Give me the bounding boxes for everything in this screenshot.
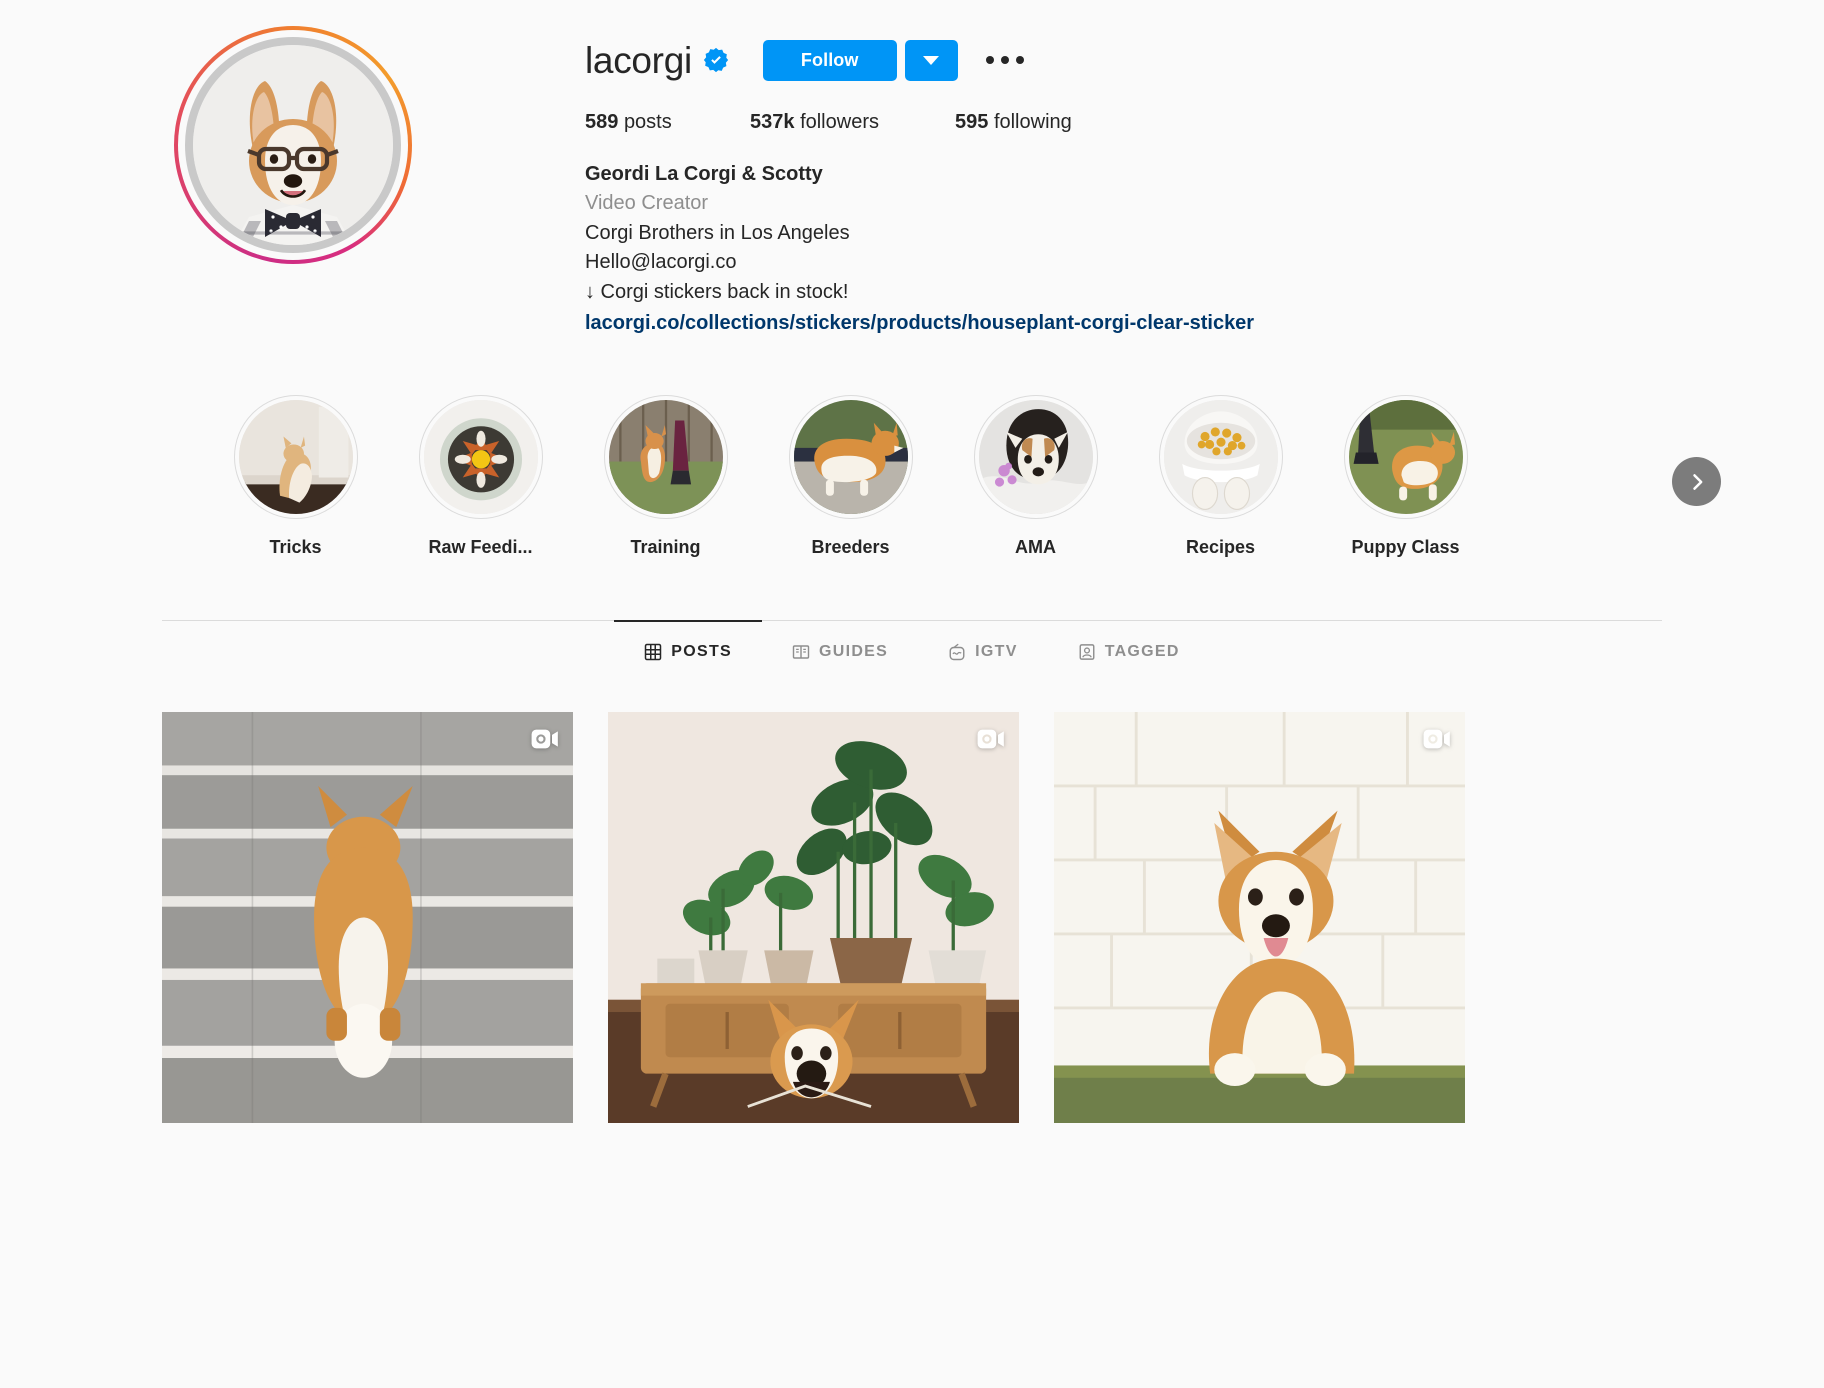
highlight-ring [1343,395,1468,520]
tab-guides[interactable]: GUIDES [762,620,918,682]
tab-tagged[interactable]: TAGGED [1048,620,1210,682]
puppy-on-blanket-art [978,400,1093,515]
follow-options-dropdown-button[interactable] [904,39,958,81]
stat-posts: 589 posts [585,111,750,134]
story-highlights-row: Tricks Raw Feedi... Training Breeders AM… [0,395,1824,558]
profile-header: lacorgi Follow 589 posts 537k followers … [0,0,1824,338]
highlight-ring [1158,395,1283,520]
highlight-training[interactable]: Training [573,395,758,558]
highlight-tricks[interactable]: Tricks [203,395,388,558]
highlight-puppy-class[interactable]: Puppy Class [1313,395,1498,558]
highlight-label: Training [630,537,701,558]
highlight-thumbnail [1163,400,1278,515]
grid-icon [645,644,662,661]
tab-posts-label: POSTS [671,643,732,661]
corgi-side-profile-art [793,400,908,515]
profile-info-column: lacorgi Follow 589 posts 537k followers … [585,18,1824,338]
instagram-profile-page: lacorgi Follow 589 posts 537k followers … [0,0,1824,1388]
highlight-ring [233,395,358,520]
chevron-right-icon [1692,473,1702,490]
highlight-thumbnail [978,400,1093,515]
highlight-thumbnail [793,400,908,515]
igtv-icon [949,644,965,661]
video-camera-icon [531,730,558,749]
tab-igtv[interactable]: IGTV [918,620,1048,682]
username: lacorgi [585,39,692,81]
highlight-breeders[interactable]: Breeders [758,395,943,558]
avatar[interactable] [184,37,401,253]
book-icon [792,645,810,660]
tab-igtv-label: IGTV [975,643,1018,661]
highlight-raw-feeding[interactable]: Raw Feedi... [388,395,573,558]
category-label: Video Creator [585,192,709,215]
corgi-avatar-illustration [192,45,393,245]
post-thumbnail-3[interactable] [1054,712,1465,1124]
following-label: following [993,111,1072,133]
highlight-label: Breeders [811,537,890,558]
highlight-thumbnail [1348,400,1463,515]
story-ring-inner [177,30,408,260]
chevron-down-icon [923,55,939,65]
posts-count: 589 [585,111,619,133]
more-dot-3 [1015,56,1024,64]
highlights-next-button[interactable] [1672,457,1721,507]
raw-food-bowl-art [423,400,538,515]
highlight-recipes[interactable]: Recipes [1128,395,1313,558]
follow-button[interactable]: Follow [762,39,897,81]
video-camera-icon [1423,730,1450,749]
highlight-ring [603,395,728,520]
corgi-climbing-concrete-stairs-art [162,712,573,1124]
verified-badge-icon [703,47,729,73]
highlight-label: AMA [1015,537,1056,558]
highlight-label: Raw Feedi... [428,537,533,558]
highlight-label: Puppy Class [1351,537,1460,558]
post-thumbnail-2[interactable] [608,712,1019,1124]
highlight-label: Recipes [1185,537,1256,558]
tab-posts[interactable]: POSTS [614,620,762,682]
stats-row: 589 posts 537k followers 595 following [585,111,1824,134]
corgi-training-grass-art [608,400,723,515]
bio-line-1: Corgi Brothers in Los Angeles [585,221,850,244]
full-name: Geordi La Corgi & Scotty [585,163,823,185]
story-ring[interactable] [173,26,412,264]
stat-following[interactable]: 595 following [955,111,1072,134]
bio-line-2: Hello@lacorgi.co [585,251,737,274]
following-count: 595 [955,111,989,133]
highlight-ring [788,395,913,520]
stat-followers[interactable]: 537k followers [750,111,955,134]
video-camera-icon [977,730,1004,749]
corgi-sitting-by-white-brick-wall-art [1054,712,1465,1124]
corgi-running-grass-art [1348,400,1463,515]
bio-link[interactable]: lacorgi.co/collections/stickers/products… [585,309,1824,338]
highlight-ring [973,395,1098,520]
highlight-thumbnail [608,400,723,515]
followers-count: 537k [750,111,795,133]
username-row: lacorgi Follow [585,36,1824,84]
more-dot-2 [1000,56,1009,64]
posts-label: posts [623,111,672,133]
tab-tagged-label: TAGGED [1104,643,1180,661]
corgi-standing-indoors-art [238,400,353,515]
highlight-thumbnail [238,400,353,515]
highlight-ring [418,395,543,520]
highlight-thumbnail [423,400,538,515]
tab-guides-label: GUIDES [818,643,889,661]
highlight-label: Tricks [269,537,322,558]
more-dot-1 [985,56,994,64]
bio-block: Geordi La Corgi & Scotty Video Creator C… [585,160,1824,338]
post-thumbnail-1[interactable] [162,712,573,1124]
tagged-person-icon [1079,644,1095,661]
posts-grid [0,682,1824,1124]
more-options-button[interactable] [980,46,1030,74]
kibble-bowl-paws-art [1163,400,1278,515]
highlight-ama[interactable]: AMA [943,395,1128,558]
followers-label: followers [800,111,879,133]
bio-line-3: ↓ Corgi stickers back in stock! [585,280,849,303]
avatar-column [0,18,585,338]
corgi-barking-by-plant-console-art [608,712,1019,1124]
profile-tabs: POSTS GUIDES IGTV TAGGED [162,620,1662,682]
